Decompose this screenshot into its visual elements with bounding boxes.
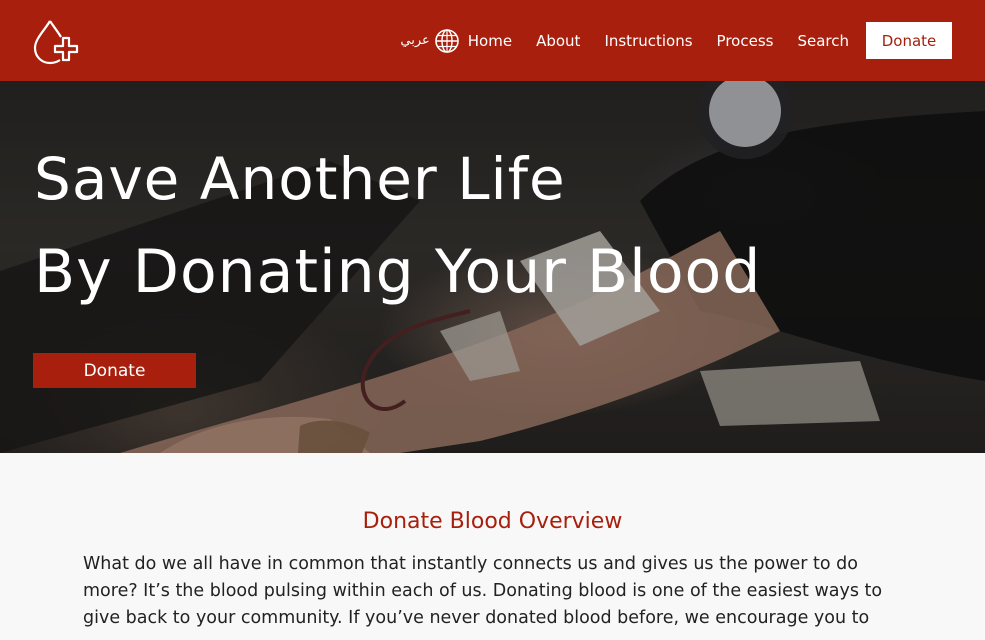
overview-title: Donate Blood Overview [362,509,623,534]
nav-menu: عربي Home About Instructions Process Sea… [400,22,952,59]
hero-heading-line-1: Save Another Life [34,145,566,213]
overview-section: Donate Blood Overview What do we all hav… [0,453,985,640]
blood-drop-plus-icon[interactable] [30,17,82,65]
nav-home-link[interactable]: Home [468,32,512,50]
nav-instructions-link[interactable]: Instructions [604,32,692,50]
hero-heading-line-2: By Donating Your Blood [34,237,762,307]
nav-search-link[interactable]: Search [797,32,849,50]
language-switcher[interactable]: عربي [400,28,459,54]
hero-banner: Save Another Life By Donating Your Blood… [0,81,985,453]
nav-donate-button[interactable]: Donate [866,22,952,59]
top-navbar: عربي Home About Instructions Process Sea… [0,0,985,81]
hero-donate-button[interactable]: Donate [33,353,196,388]
nav-about-link[interactable]: About [536,32,580,50]
overview-paragraph: What do we all have in common that insta… [83,554,883,628]
nav-process-link[interactable]: Process [717,32,774,50]
language-label: عربي [400,33,430,48]
globe-icon [434,28,459,53]
